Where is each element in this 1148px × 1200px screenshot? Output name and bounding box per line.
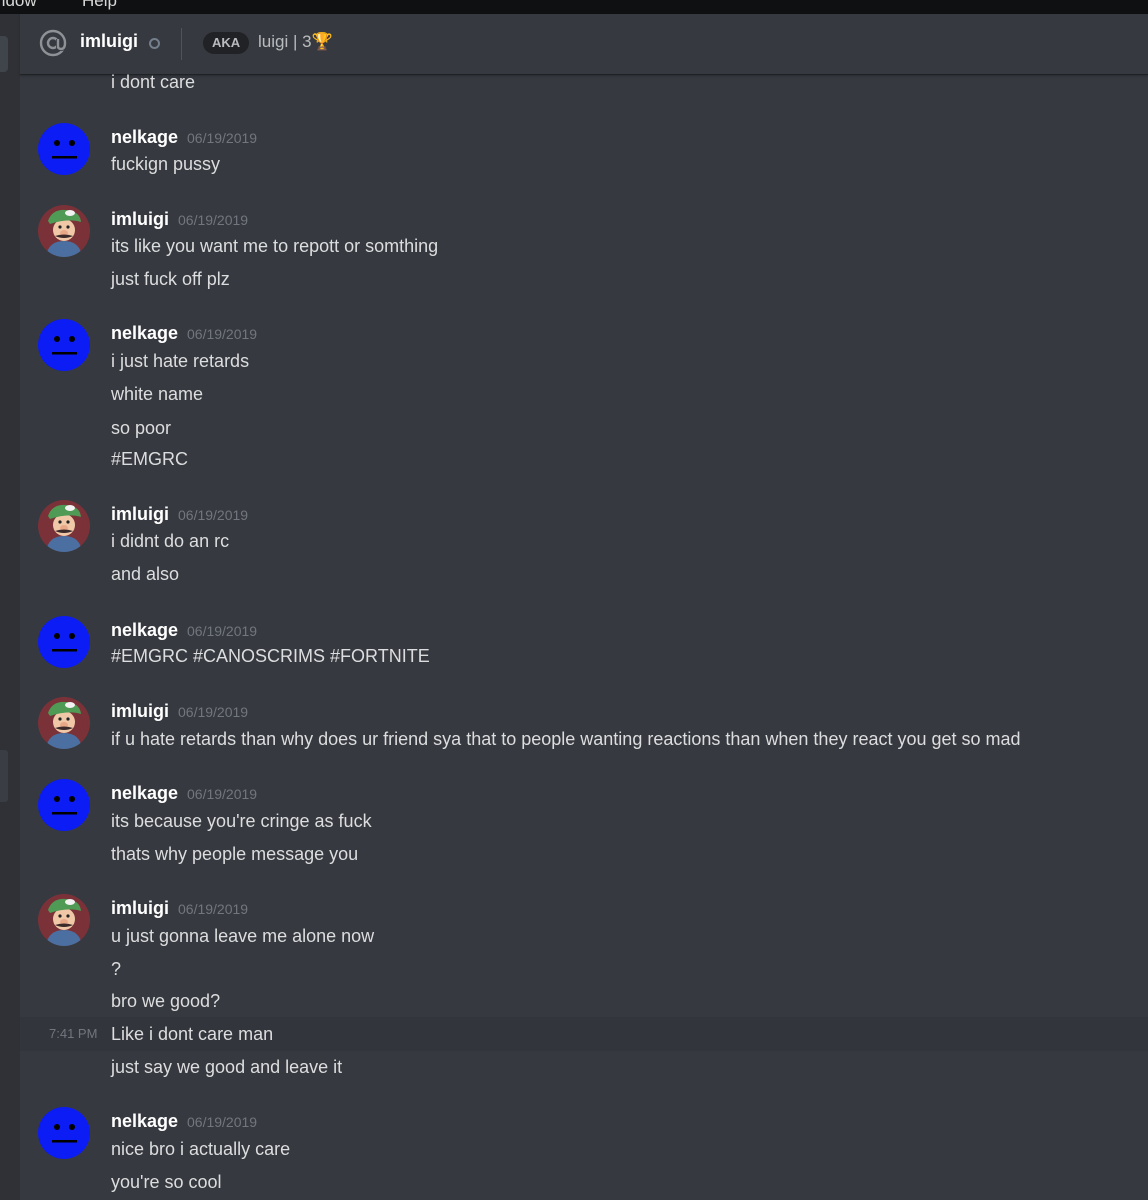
message-author[interactable]: imluigi bbox=[111, 896, 169, 920]
message-text: just say we good and leave it bbox=[111, 1057, 343, 1077]
channel-header: imluigi AKA luigi | 3🏆 bbox=[20, 14, 1148, 75]
message-timestamp: 06/19/2019 bbox=[178, 212, 249, 228]
message-text: i didnt do an rc bbox=[111, 531, 230, 551]
at-icon bbox=[39, 29, 67, 57]
header-divider bbox=[181, 28, 182, 60]
message-text: white name bbox=[111, 384, 204, 404]
message-author[interactable]: nelkage bbox=[111, 125, 178, 149]
luigi-avatar[interactable] bbox=[38, 697, 90, 749]
message-text: bro we good? bbox=[111, 991, 221, 1011]
luigi-character-icon bbox=[46, 504, 82, 552]
app-menubar: ndow Help bbox=[0, 0, 1148, 14]
luigi-avatar[interactable] bbox=[38, 500, 90, 552]
neutral-face-icon bbox=[52, 1124, 77, 1143]
neutral-face-icon bbox=[52, 633, 77, 652]
message-timestamp: 06/19/2019 bbox=[178, 704, 249, 720]
message-text: nice bro i actually care bbox=[111, 1139, 291, 1159]
menu-item-help[interactable]: Help bbox=[82, 0, 117, 11]
message-hover-timestamp: 7:41 PM bbox=[49, 1026, 98, 1041]
menu-item-window[interactable]: ndow bbox=[0, 0, 37, 11]
sidebar-selected-tab[interactable] bbox=[0, 36, 8, 72]
message-text: u just gonna leave me alone now bbox=[111, 926, 375, 946]
message-timestamp: 06/19/2019 bbox=[187, 623, 258, 639]
message-author[interactable]: nelkage bbox=[111, 1109, 178, 1133]
blue-face-avatar[interactable] bbox=[38, 779, 90, 831]
message-text: just fuck off plz bbox=[111, 269, 230, 289]
message-text: ? bbox=[111, 959, 122, 979]
message-timestamp: 06/19/2019 bbox=[187, 1114, 258, 1130]
message-author[interactable]: nelkage bbox=[111, 781, 178, 805]
message-timestamp: 06/19/2019 bbox=[187, 326, 258, 342]
message-text: i just hate retards bbox=[111, 351, 250, 371]
blue-face-avatar[interactable] bbox=[38, 319, 90, 371]
luigi-character-icon bbox=[46, 898, 82, 946]
neutral-face-icon bbox=[52, 796, 77, 815]
luigi-avatar[interactable] bbox=[38, 205, 90, 257]
blue-face-avatar[interactable] bbox=[38, 616, 90, 668]
luigi-character-icon bbox=[46, 701, 82, 749]
message-text: and also bbox=[111, 564, 180, 584]
message-timestamp: 06/19/2019 bbox=[187, 130, 258, 146]
message-author[interactable]: imluigi bbox=[111, 699, 169, 723]
message-text: Like i dont care man bbox=[111, 1024, 274, 1044]
message-timestamp: 06/19/2019 bbox=[187, 786, 258, 802]
message-timestamp: 06/19/2019 bbox=[178, 507, 249, 523]
message-text: you're so cool bbox=[111, 1172, 222, 1192]
message-text: fuckign pussy bbox=[111, 154, 221, 174]
message-timestamp: 06/19/2019 bbox=[178, 901, 249, 917]
message-text: #EMGRC #CANOSCRIMS #FORTNITE bbox=[111, 646, 430, 666]
message-text: its like you want me to repott or somthi… bbox=[111, 236, 439, 256]
message-text: i dont care bbox=[111, 72, 196, 92]
neutral-face-icon bbox=[52, 336, 77, 355]
neutral-face-icon bbox=[52, 140, 77, 159]
message-text: so poor bbox=[111, 418, 172, 438]
sidebar-scroll-marker bbox=[0, 750, 8, 802]
message-text: its because you're cringe as fuck bbox=[111, 811, 372, 831]
message-author[interactable]: nelkage bbox=[111, 321, 178, 345]
header-username[interactable]: imluigi bbox=[80, 31, 138, 52]
message-text: if u hate retards than why does ur frien… bbox=[111, 729, 1021, 749]
message-author[interactable]: imluigi bbox=[111, 207, 169, 231]
aka-name: luigi | 3🏆 bbox=[258, 32, 333, 51]
message-text: #EMGRC bbox=[111, 449, 189, 469]
luigi-avatar[interactable] bbox=[38, 894, 90, 946]
message-author[interactable]: nelkage bbox=[111, 618, 178, 642]
luigi-character-icon bbox=[46, 209, 82, 257]
sidebar-edge bbox=[0, 14, 20, 1200]
blue-face-avatar[interactable] bbox=[38, 123, 90, 175]
aka-badge: AKA bbox=[203, 32, 250, 54]
blue-face-avatar[interactable] bbox=[38, 1107, 90, 1159]
message-author[interactable]: imluigi bbox=[111, 502, 169, 526]
offline-status-icon bbox=[149, 38, 160, 49]
message-text: thats why people message you bbox=[111, 844, 359, 864]
